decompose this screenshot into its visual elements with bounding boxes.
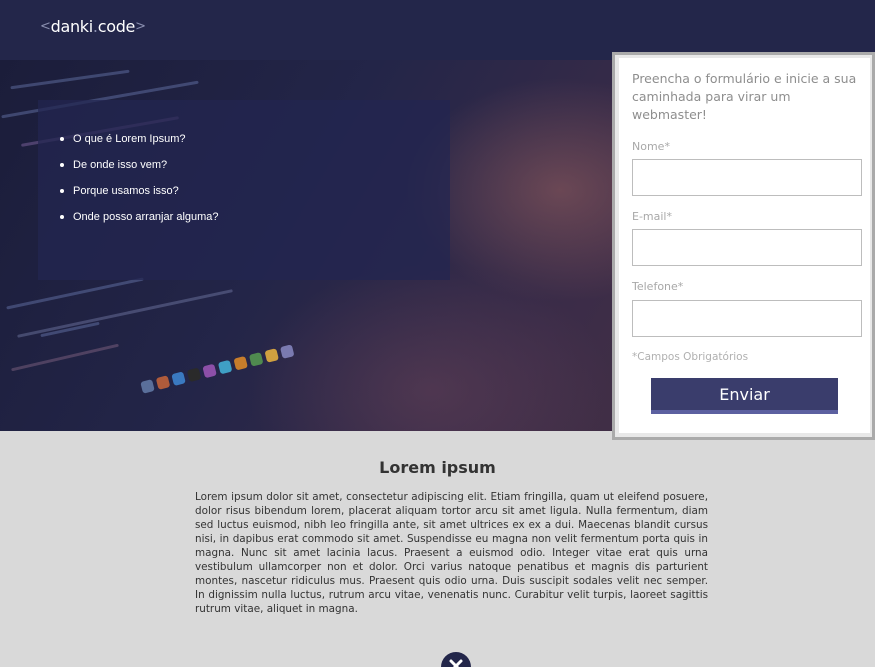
close-icon — [449, 659, 463, 667]
signup-form: Preencha o formulário e inicie a sua cam… — [619, 58, 870, 433]
section-paragraph: Lorem ipsum dolor sit amet, consectetur … — [195, 491, 708, 615]
phone-input[interactable] — [632, 300, 862, 337]
topics-list: O que é Lorem Ipsum? De onde isso vem? P… — [60, 132, 219, 236]
logo-bracket-right: > — [135, 18, 146, 34]
logo-word-danki: danki — [50, 16, 94, 36]
topic-item[interactable]: De onde isso vem? — [60, 158, 219, 172]
section-title: Lorem ipsum — [379, 458, 496, 477]
topic-item[interactable]: Onde posso arranjar alguma? — [60, 210, 219, 224]
email-label: E-mail* — [632, 210, 672, 223]
form-intro-text: Preencha o formulário e inicie a sua cam… — [632, 71, 857, 122]
topic-item[interactable]: Porque usamos isso? — [60, 184, 219, 198]
topic-item[interactable]: O que é Lorem Ipsum? — [60, 132, 219, 146]
close-icon-button[interactable] — [441, 652, 471, 667]
logo-word-code: code — [97, 16, 136, 36]
dock-icons — [140, 339, 319, 402]
submit-button[interactable]: Enviar — [651, 378, 838, 414]
phone-label: Telefone* — [632, 280, 684, 293]
logo[interactable]: < danki . code > — [40, 14, 146, 38]
logo-bracket-left: < — [40, 18, 51, 34]
topics-panel: O que é Lorem Ipsum? De onde isso vem? P… — [38, 100, 450, 280]
site-header: < danki . code > — [0, 0, 875, 60]
name-label: Nome* — [632, 140, 670, 153]
name-input[interactable] — [632, 159, 862, 196]
email-input[interactable] — [632, 229, 862, 266]
required-fields-note: *Campos Obrigatórios — [632, 351, 749, 363]
